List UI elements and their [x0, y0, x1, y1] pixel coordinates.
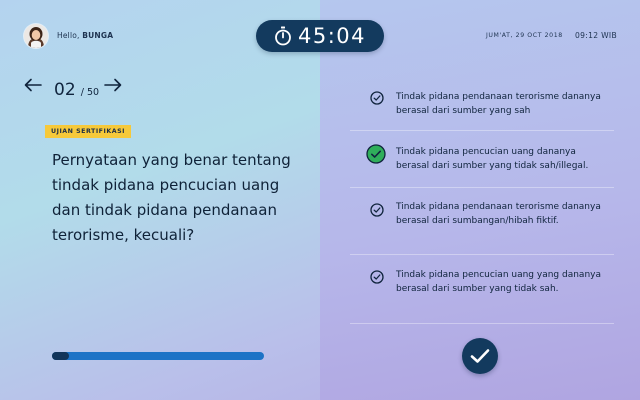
question-counter: 02 / 50	[54, 80, 99, 100]
next-question-button[interactable]	[104, 78, 122, 96]
answer-option-a[interactable]: Tindak pidana pendanaan terorisme danany…	[350, 82, 614, 131]
unchecked-option-icon	[370, 269, 384, 288]
previous-question-button[interactable]	[24, 78, 42, 96]
total-questions: / 50	[80, 87, 100, 98]
exam-progress-fill	[52, 352, 69, 360]
answer-option-text: Tindak pidana pencucian uang yang danany…	[396, 270, 601, 294]
unchecked-option-icon	[370, 202, 384, 221]
check-circle-icon	[366, 144, 386, 168]
arrow-right-icon	[104, 78, 122, 92]
answer-option-d[interactable]: Tindak pidana pencucian uang yang danany…	[350, 255, 614, 324]
username: BUNGA	[82, 31, 114, 40]
greeting-label: Hello,	[57, 31, 83, 40]
avatar[interactable]	[24, 24, 48, 48]
current-question-number: 02	[54, 80, 76, 100]
countdown-timer: 45:04	[256, 20, 384, 52]
arrow-left-icon	[24, 78, 42, 92]
avatar-icon	[24, 24, 48, 48]
exam-progress-bar	[52, 352, 264, 360]
greeting: Hello, BUNGA	[57, 31, 113, 40]
question-text: Pernyataan yang benar tentang tindak pid…	[52, 151, 291, 244]
submit-check-icon	[470, 349, 490, 363]
answer-option-text: Tindak pidana pendanaan terorisme danany…	[396, 92, 601, 116]
submit-answer-button[interactable]	[462, 338, 498, 374]
timer-value: 45:04	[297, 24, 367, 48]
unchecked-option-icon	[370, 90, 384, 109]
date-label: JUM'AT, 29 OCT 2018	[486, 32, 563, 39]
time-label: 09:12 WIB	[575, 31, 617, 40]
answer-option-text: Tindak pidana pendanaan terorisme danany…	[396, 202, 601, 226]
stopwatch-icon	[275, 26, 291, 46]
answer-option-text: Tindak pidana pencucian uang dananya ber…	[396, 147, 589, 171]
answer-option-c[interactable]: Tindak pidana pendanaan terorisme danany…	[350, 188, 614, 255]
exam-type-badge: UJIAN SERTIFIKASI	[45, 125, 131, 138]
answer-option-b[interactable]: Tindak pidana pencucian uang dananya ber…	[350, 131, 614, 188]
